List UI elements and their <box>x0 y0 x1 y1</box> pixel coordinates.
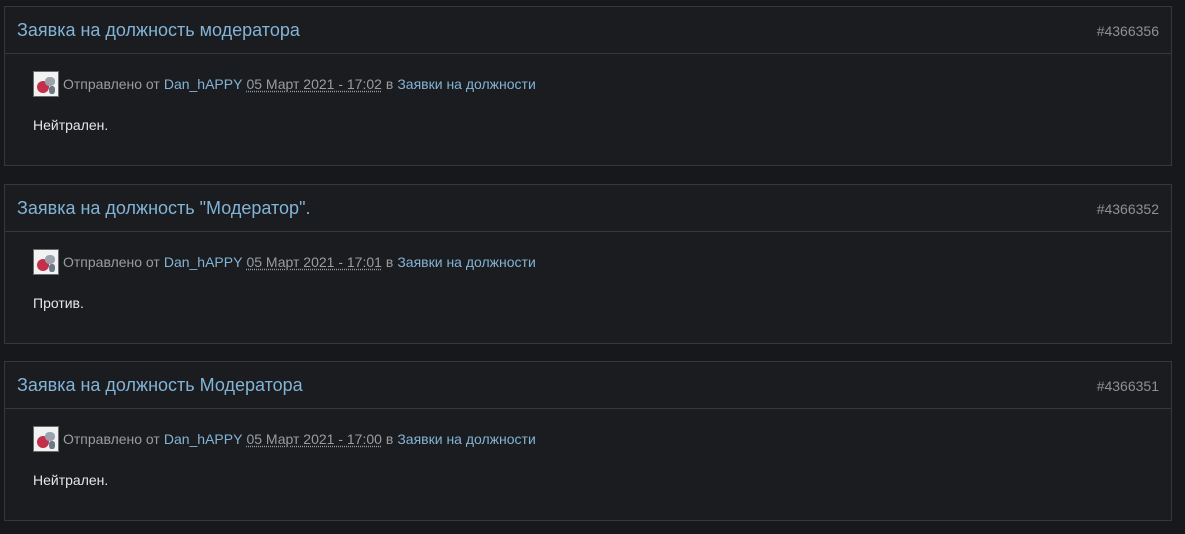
post-meta: Отправлено от Dan_hAPPY 05 Март 2021 - 1… <box>33 425 536 453</box>
post-body: Нейтрален. <box>33 117 109 133</box>
sent-label: Отправлено от <box>63 431 160 447</box>
author-link[interactable]: Dan_hAPPY <box>164 431 243 447</box>
post-meta: Отправлено от Dan_hAPPY 05 Март 2021 - 1… <box>33 70 536 98</box>
in-label: в <box>385 76 394 92</box>
author-link[interactable]: Dan_hAPPY <box>164 76 243 92</box>
avatar[interactable] <box>33 249 59 275</box>
post-id-link[interactable]: #4366351 <box>1097 378 1159 394</box>
post-header: Заявка на должность модератора #4366356 <box>5 7 1171 54</box>
forum-link[interactable]: Заявки на должности <box>397 254 535 270</box>
avatar[interactable] <box>33 71 59 97</box>
post-title-link[interactable]: Заявка на должность Модератора <box>17 375 303 396</box>
post-card: Заявка на должность модератора #4366356 … <box>4 6 1172 166</box>
post-header: Заявка на должность "Модератор". #436635… <box>5 185 1171 232</box>
post-title-link[interactable]: Заявка на должность модератора <box>17 20 300 41</box>
in-label: в <box>385 254 394 270</box>
post-card: Заявка на должность "Модератор". #436635… <box>4 184 1172 344</box>
sent-label: Отправлено от <box>63 254 160 270</box>
avatar[interactable] <box>33 426 59 452</box>
post-date: 05 Март 2021 - 17:00 <box>246 431 382 447</box>
post-body: Против. <box>33 295 84 311</box>
sent-label: Отправлено от <box>63 76 160 92</box>
post-body: Нейтрален. <box>33 472 109 488</box>
post-title-link[interactable]: Заявка на должность "Модератор". <box>17 198 310 219</box>
in-label: в <box>385 431 394 447</box>
post-date: 05 Март 2021 - 17:01 <box>246 254 382 270</box>
post-id-link[interactable]: #4366356 <box>1097 23 1159 39</box>
post-card: Заявка на должность Модератора #4366351 … <box>4 361 1172 521</box>
post-meta: Отправлено от Dan_hAPPY 05 Март 2021 - 1… <box>33 248 536 276</box>
forum-link[interactable]: Заявки на должности <box>397 76 535 92</box>
post-date: 05 Март 2021 - 17:02 <box>246 76 382 92</box>
post-id-link[interactable]: #4366352 <box>1097 201 1159 217</box>
forum-link[interactable]: Заявки на должности <box>397 431 535 447</box>
post-header: Заявка на должность Модератора #4366351 <box>5 362 1171 409</box>
author-link[interactable]: Dan_hAPPY <box>164 254 243 270</box>
